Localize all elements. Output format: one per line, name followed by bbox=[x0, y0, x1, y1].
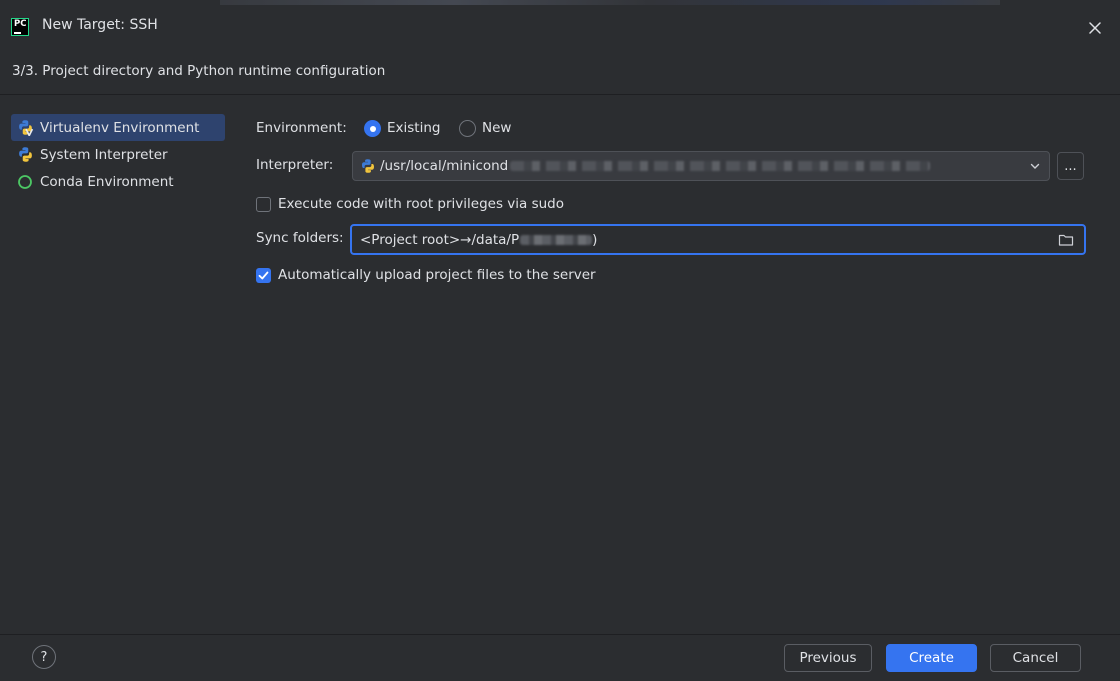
chevron-down-icon[interactable] bbox=[1029, 160, 1041, 172]
interpreter-path: /usr/local/minicond bbox=[380, 158, 509, 174]
sidebar-item-virtualenv[interactable]: Virtualenv Environment bbox=[11, 114, 225, 141]
help-button[interactable]: ? bbox=[32, 645, 56, 669]
python-icon bbox=[16, 146, 34, 164]
sidebar-item-system-interpreter[interactable]: System Interpreter bbox=[11, 141, 225, 168]
interpreter-combobox[interactable]: /usr/local/minicond bbox=[352, 151, 1050, 181]
checkmark-icon bbox=[258, 271, 269, 280]
sync-folders-field[interactable]: <Project root>→/data/P ) bbox=[350, 224, 1086, 255]
pycharm-logo-icon: PC bbox=[11, 18, 29, 36]
sync-folders-value-end: ) bbox=[592, 231, 598, 248]
conda-icon bbox=[16, 173, 34, 191]
step-title: 3/3. Project directory and Python runtim… bbox=[12, 63, 386, 79]
cancel-button[interactable]: Cancel bbox=[990, 644, 1081, 672]
redacted-path bbox=[510, 161, 931, 171]
interpreter-label: Interpreter: bbox=[256, 157, 334, 173]
auto-upload-checkbox-label: Automatically upload project files to th… bbox=[278, 267, 596, 283]
browse-interpreter-button[interactable]: ... bbox=[1057, 152, 1084, 180]
new-radio-label: New bbox=[482, 120, 512, 136]
virtualenv-icon bbox=[16, 119, 34, 137]
previous-button[interactable]: Previous bbox=[784, 644, 872, 672]
existing-radio[interactable] bbox=[364, 120, 381, 137]
create-button[interactable]: Create bbox=[886, 644, 977, 672]
new-radio[interactable] bbox=[459, 120, 476, 137]
sync-folders-value: <Project root>→/data/P bbox=[360, 231, 520, 248]
background-window-strip bbox=[220, 0, 1000, 5]
sidebar-item-label: Virtualenv Environment bbox=[40, 119, 200, 136]
sidebar-item-conda[interactable]: Conda Environment bbox=[11, 168, 225, 195]
python-icon bbox=[360, 158, 376, 174]
dialog-title: New Target: SSH bbox=[42, 17, 158, 33]
close-icon[interactable] bbox=[1083, 16, 1107, 40]
auto-upload-checkbox[interactable] bbox=[256, 268, 271, 283]
existing-radio-label: Existing bbox=[387, 120, 441, 136]
footer-divider bbox=[0, 634, 1120, 635]
folder-icon[interactable] bbox=[1058, 233, 1074, 247]
new-target-ssh-dialog: PC New Target: SSH 3/3. Project director… bbox=[0, 0, 1120, 681]
sidebar-item-label: Conda Environment bbox=[40, 173, 174, 190]
sudo-checkbox[interactable] bbox=[256, 197, 271, 212]
title-bar: PC New Target: SSH bbox=[0, 0, 1120, 52]
sync-folders-label: Sync folders: bbox=[256, 230, 344, 246]
environment-label: Environment: bbox=[256, 120, 347, 136]
redacted-path bbox=[520, 234, 593, 245]
header-divider bbox=[0, 94, 1120, 95]
sidebar-item-label: System Interpreter bbox=[40, 146, 168, 163]
sudo-checkbox-label: Execute code with root privileges via su… bbox=[278, 196, 565, 212]
